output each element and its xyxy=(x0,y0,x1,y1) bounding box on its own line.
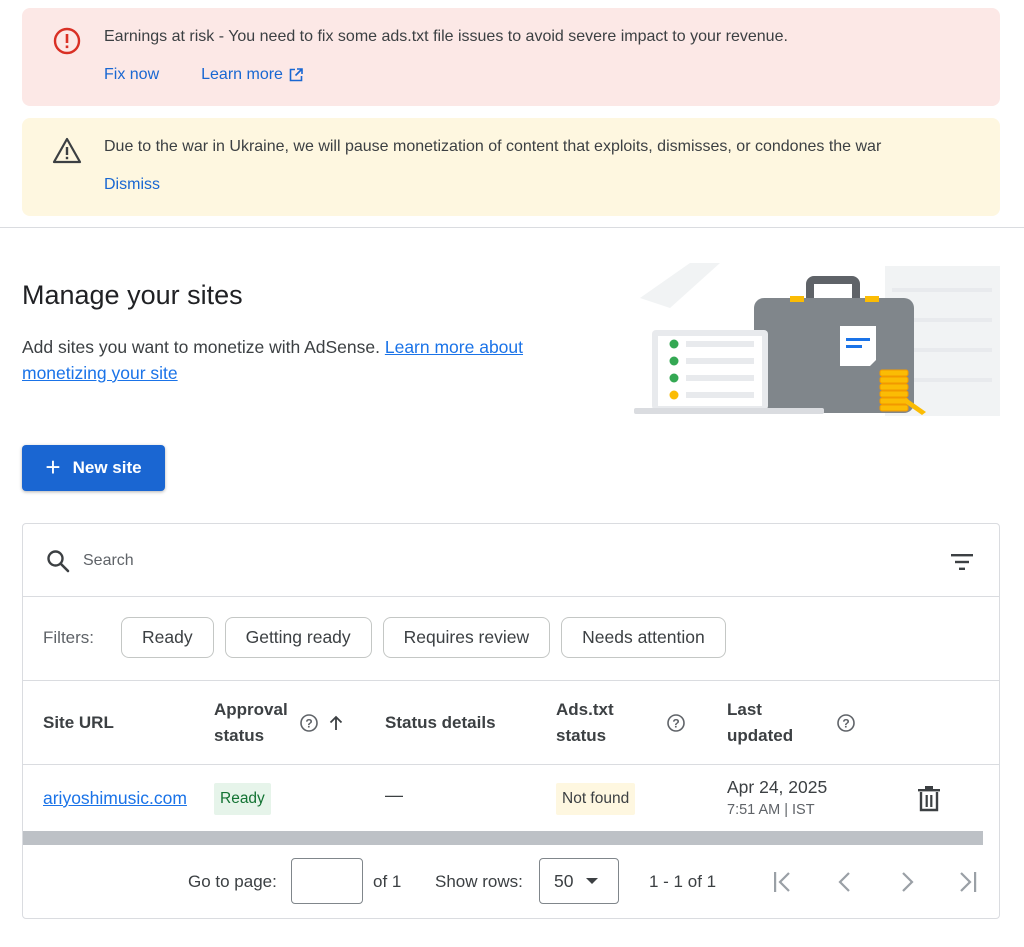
description-text: Add sites you want to monetize with AdSe… xyxy=(22,337,380,357)
external-link-icon xyxy=(289,68,303,82)
search-icon xyxy=(47,550,70,573)
col-status-details[interactable]: Status details xyxy=(385,710,496,736)
filter-chip-needs-attention[interactable]: Needs attention xyxy=(561,617,726,658)
search-bar xyxy=(23,524,999,597)
page-number-input[interactable] xyxy=(291,858,363,904)
filter-list-icon[interactable] xyxy=(949,549,975,575)
col-updated-line1: Last xyxy=(727,700,762,719)
learn-more-button[interactable]: Learn more xyxy=(201,66,303,84)
page: Earnings at risk - You need to fix some … xyxy=(0,0,1024,947)
sort-ascending-icon[interactable] xyxy=(326,713,346,733)
new-site-button[interactable]: + New site xyxy=(22,445,165,491)
rows-per-page-select[interactable]: 50 xyxy=(539,858,619,904)
first-page-icon[interactable] xyxy=(770,870,794,894)
dropdown-arrow-icon xyxy=(586,878,599,884)
help-icon[interactable]: ? xyxy=(299,713,319,733)
col-ads-txt-status[interactable]: Ads.txt status xyxy=(556,697,614,749)
approval-status-badge: Ready xyxy=(214,783,271,815)
col-site-url[interactable]: Site URL xyxy=(43,710,114,736)
earnings-risk-banner: Earnings at risk - You need to fix some … xyxy=(22,8,1000,106)
help-icon[interactable]: ? xyxy=(666,713,686,733)
divider xyxy=(0,227,1024,228)
col-approval-line1: Approval xyxy=(214,700,288,719)
fix-now-button[interactable]: Fix now xyxy=(104,66,159,84)
last-page-icon[interactable] xyxy=(956,870,980,894)
sites-table-card: Filters: Ready Getting ready Requires re… xyxy=(22,523,1000,919)
ads-txt-status-badge: Not found xyxy=(556,783,636,815)
show-rows-label: Show rows: xyxy=(435,872,523,891)
search-input[interactable] xyxy=(83,546,783,576)
filter-chip-requires-review[interactable]: Requires review xyxy=(382,617,551,658)
table-header: Site URL Approval status ? Status detail… xyxy=(23,681,999,765)
col-last-updated[interactable]: Last updated xyxy=(727,697,793,749)
status-details-value: — xyxy=(385,785,403,805)
delete-icon[interactable] xyxy=(916,785,942,813)
filter-chips: Ready Getting ready Requires review Need… xyxy=(121,617,726,658)
svg-text:?: ? xyxy=(305,717,312,731)
table-row: ariyoshimusic.com Ready — Not found Apr … xyxy=(23,765,999,831)
ukraine-notice-banner: Due to the war in Ukraine, we will pause… xyxy=(22,118,1000,216)
filter-bar: Filters: Ready Getting ready Requires re… xyxy=(23,597,999,681)
col-approval-line2: status xyxy=(214,726,265,745)
warning-icon xyxy=(52,137,82,164)
learn-more-label: Learn more xyxy=(201,66,283,83)
dismiss-button[interactable]: Dismiss xyxy=(104,176,160,194)
help-icon[interactable]: ? xyxy=(836,713,856,733)
banner-message: Earnings at risk - You need to fix some … xyxy=(104,28,788,45)
pagination: Go to page: of 1 Show rows: 50 1 - 1 of … xyxy=(23,845,999,918)
next-page-icon[interactable] xyxy=(895,870,919,894)
col-ads-line1: Ads.txt xyxy=(556,700,614,719)
row-range: 1 - 1 of 1 xyxy=(649,872,717,891)
last-updated-time: 7:51 AM | IST xyxy=(727,802,815,818)
site-url-link[interactable]: ariyoshimusic.com xyxy=(43,788,187,809)
previous-page-icon[interactable] xyxy=(833,870,857,894)
svg-text:?: ? xyxy=(842,717,849,731)
page-description: Add sites you want to monetize with AdSe… xyxy=(22,334,582,386)
filters-label: Filters: xyxy=(43,628,94,647)
col-approval-status[interactable]: Approval status xyxy=(214,697,288,749)
go-to-page-label: Go to page: xyxy=(188,872,277,891)
col-updated-line2: updated xyxy=(727,726,794,745)
banner-message: Due to the war in Ukraine, we will pause… xyxy=(104,138,882,155)
filter-chip-ready[interactable]: Ready xyxy=(121,617,214,658)
last-updated-date: Apr 24, 2025 xyxy=(727,777,828,797)
horizontal-scrollbar[interactable] xyxy=(23,831,983,845)
plus-icon: + xyxy=(45,452,61,482)
rows-per-page-value: 50 xyxy=(554,870,574,891)
filter-chip-getting-ready[interactable]: Getting ready xyxy=(224,617,372,658)
new-site-label: New site xyxy=(72,458,142,477)
page-title: Manage your sites xyxy=(22,280,243,310)
error-icon xyxy=(53,27,81,55)
briefcase-illustration xyxy=(634,263,1000,416)
svg-text:?: ? xyxy=(672,717,679,731)
col-ads-line2: status xyxy=(556,726,607,745)
page-count: of 1 xyxy=(373,872,402,891)
